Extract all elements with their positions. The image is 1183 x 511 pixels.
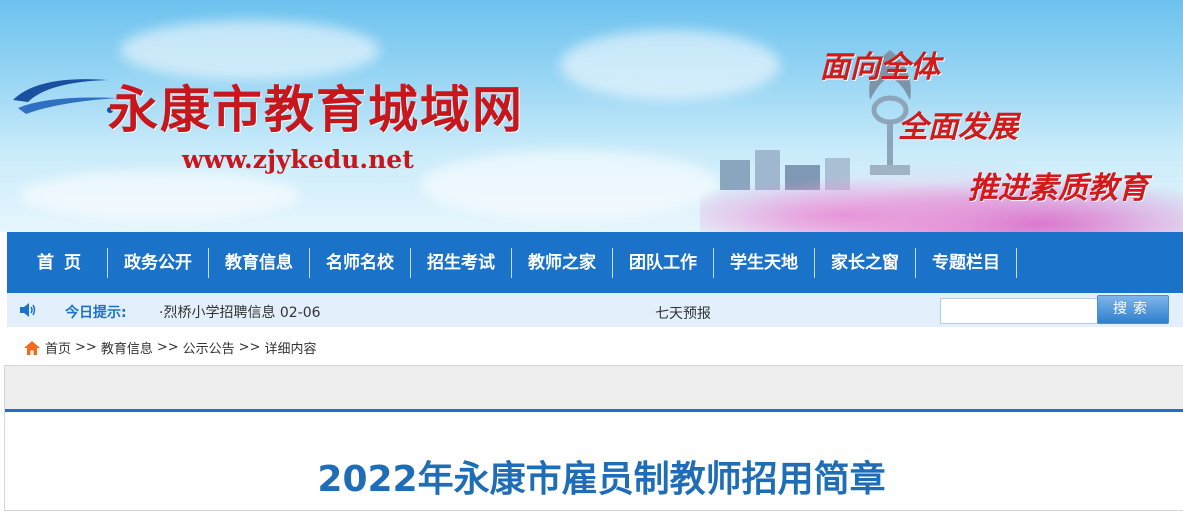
main-nav: 首页 政务公开 教育信息 名师名校 招生考试 教师之家 团队工作 学生天地 家长… xyxy=(7,232,1183,293)
weather-forecast-link[interactable]: 七天预报 xyxy=(655,303,711,323)
breadcrumb-home[interactable]: 首页 xyxy=(45,338,71,357)
site-title[interactable]: 永康市教育城域网 xyxy=(108,70,524,142)
article-header-band xyxy=(5,366,1183,410)
article-divider xyxy=(5,409,1183,412)
breadcrumb-announcements[interactable]: 公示公告 xyxy=(183,338,235,357)
nav-item-students[interactable]: 学生天地 xyxy=(714,247,815,278)
nav-item-education-info[interactable]: 教育信息 xyxy=(209,247,310,278)
notice-link[interactable]: ·烈桥小学招聘信息 02-06 xyxy=(159,302,321,322)
breadcrumb-separator: >> xyxy=(75,340,97,355)
nav-item-enrollment[interactable]: 招生考试 xyxy=(411,247,512,278)
nav-item-home[interactable]: 首页 xyxy=(7,247,108,278)
nav-item-teachers-home[interactable]: 教师之家 xyxy=(512,247,613,278)
notice-label: 今日提示: xyxy=(65,305,127,321)
breadcrumb-education-info[interactable]: 教育信息 xyxy=(101,338,153,357)
notice-bar: 今日提示: ·烈桥小学招聘信息 02-06 七天预报 搜索 xyxy=(7,293,1183,327)
breadcrumb-separator: >> xyxy=(156,340,179,355)
search-input[interactable] xyxy=(940,298,1098,324)
slogan-line-2: 全面发展 xyxy=(898,110,1018,145)
speaker-icon xyxy=(20,303,36,317)
nav-item-special-topics[interactable]: 专题栏目 xyxy=(916,247,1017,278)
slogan-line-3: 推进素质教育 xyxy=(968,171,1148,206)
slogan-line-1: 面向全体 xyxy=(820,50,940,85)
article-title: 2022年永康市雇员制教师招用简章 xyxy=(317,459,886,500)
cloud-decoration xyxy=(560,30,780,100)
breadcrumb: 首页 >> 教育信息 >> 公示公告 >> 详细内容 xyxy=(24,338,316,357)
nav-item-parents[interactable]: 家长之窗 xyxy=(815,247,916,278)
breadcrumb-separator: >> xyxy=(238,340,261,355)
home-icon xyxy=(24,340,40,355)
breadcrumb-current: 详细内容 xyxy=(264,342,317,357)
search-button[interactable]: 搜索 xyxy=(1097,295,1169,324)
cloud-decoration xyxy=(420,150,720,220)
nav-item-team-work[interactable]: 团队工作 xyxy=(613,247,714,278)
nav-item-famous-teachers[interactable]: 名师名校 xyxy=(310,247,411,278)
nav-item-government-affairs[interactable]: 政务公开 xyxy=(108,247,209,278)
site-url: www.zjykedu.net xyxy=(182,145,414,174)
header-banner: 永康市教育城域网 www.zjykedu.net 面向全体 全面发展 推进素质教… xyxy=(0,0,1183,232)
cloud-decoration xyxy=(20,170,300,220)
